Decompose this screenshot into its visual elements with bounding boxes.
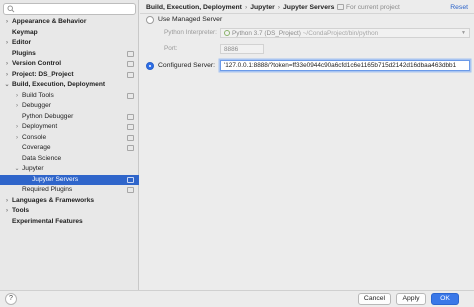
sidebar-item[interactable]: › Editor: [0, 38, 139, 49]
ok-button[interactable]: OK: [431, 293, 459, 305]
apply-button[interactable]: Apply: [396, 293, 426, 305]
sidebar-item[interactable]: ⌄ Build, Execution, Deployment: [0, 80, 139, 91]
chevron-right-icon[interactable]: ›: [4, 59, 10, 70]
configured-server-radio[interactable]: [146, 62, 154, 70]
chevron-down-icon[interactable]: ⌄: [14, 164, 20, 175]
project-scope-icon: [127, 61, 134, 67]
managed-server-radio[interactable]: [146, 16, 154, 24]
sidebar-item-label: Build, Execution, Deployment: [12, 81, 106, 88]
sidebar-item[interactable]: › Project: DS_Project: [0, 70, 139, 81]
sidebar-item-label: Data Science: [22, 154, 62, 162]
sidebar-item[interactable]: › Languages & Frameworks: [0, 196, 139, 207]
chevron-right-icon[interactable]: ›: [4, 206, 10, 217]
current-project-note: For current project: [337, 3, 400, 13]
interpreter-path: ~/CondaProject/bin/python: [302, 30, 379, 37]
sidebar-item[interactable]: Coverage: [0, 143, 139, 154]
sidebar-item[interactable]: Python Debugger: [0, 112, 139, 123]
search-input[interactable]: [16, 5, 131, 14]
project-scope-icon: [127, 134, 134, 141]
settings-search[interactable]: [3, 3, 136, 15]
sidebar-item-label: Required Plugins: [22, 186, 73, 193]
sidebar-item[interactable]: Data Science: [0, 154, 139, 165]
sidebar-item[interactable]: Keymap: [0, 28, 139, 39]
header-divider: [140, 13, 474, 14]
sidebar-item-label: Debugger: [22, 102, 51, 109]
sidebar-item-label: Tools: [12, 207, 30, 214]
sidebar-item-label: Python Debugger: [22, 112, 74, 120]
breadcrumb-item: Build, Execution, Deployment: [146, 4, 242, 11]
project-scope-icon: [127, 145, 134, 151]
python-interpreter-icon: [224, 30, 230, 36]
dialog-footer: ? Cancel Apply OK: [0, 290, 474, 307]
settings-panel: Build, Execution, Deployment › Jupyter › Jup…: [140, 0, 474, 290]
chevron-right-icon[interactable]: ›: [14, 133, 20, 144]
sidebar-item[interactable]: Experimental Features: [0, 217, 139, 228]
sidebar-item-label: Deployment: [22, 123, 58, 130]
sidebar-item-label: Experimental Features: [12, 217, 83, 225]
sidebar-item-label: Coverage: [22, 144, 51, 151]
settings-sidebar: › Appearance & Behavior Keymap › Editor Plugi…: [0, 0, 139, 290]
sidebar-item[interactable]: › Version Control: [0, 59, 139, 70]
port-label: Port:: [164, 45, 178, 52]
chevron-right-icon[interactable]: ›: [4, 17, 10, 28]
sidebar-item-label: Languages & Frameworks: [12, 196, 95, 204]
help-button[interactable]: ?: [5, 293, 17, 305]
sidebar-item-label: Appearance & Behavior: [12, 18, 87, 25]
sidebar-item-label: Jupyter: [22, 165, 44, 172]
sidebar-item[interactable]: Jupyter Servers: [0, 174, 139, 185]
chevron-down-icon[interactable]: ⌄: [4, 80, 10, 91]
sidebar-item-label: Keymap: [12, 28, 38, 36]
sidebar-item[interactable]: Plugins: [0, 49, 139, 60]
configured-server-input[interactable]: [220, 60, 470, 71]
sidebar-item[interactable]: ⌄ Jupyter: [0, 164, 139, 175]
project-scope-icon: [127, 124, 134, 130]
chevron-right-icon[interactable]: ›: [14, 122, 20, 133]
sidebar-item-label: Version Control: [12, 60, 62, 67]
chevron-right-icon[interactable]: ›: [14, 101, 20, 112]
sidebar-item-label: Console: [22, 133, 47, 141]
breadcrumb-item: Jupyter: [250, 4, 275, 11]
sidebar-item[interactable]: › Build Tools: [0, 91, 139, 102]
breadcrumb-item: Jupyter Servers: [283, 4, 335, 11]
sidebar-item-label: Build Tools: [22, 91, 54, 99]
sidebar-item[interactable]: › Console: [0, 133, 139, 144]
settings-dialog: › Appearance & Behavior Keymap › Editor Plugi…: [0, 0, 474, 307]
sidebar-item-label: Project: DS_Project: [12, 70, 74, 78]
project-scope-icon: [127, 50, 134, 57]
project-scope-icon: [127, 176, 134, 183]
chevron-right-icon[interactable]: ›: [4, 70, 10, 81]
sidebar-item-label: Plugins: [12, 49, 36, 57]
managed-server-label: Use Managed Server: [158, 16, 223, 23]
chevron-right-icon[interactable]: ›: [4, 196, 10, 207]
cancel-button[interactable]: Cancel: [358, 293, 391, 305]
reset-link[interactable]: Reset: [450, 3, 468, 13]
search-icon: [7, 5, 15, 13]
sidebar-item[interactable]: › Appearance & Behavior: [0, 17, 139, 28]
configured-server-label: Configured Server:: [158, 62, 216, 69]
current-project-label: For current project: [346, 4, 400, 11]
sidebar-item[interactable]: › Debugger: [0, 101, 139, 112]
sidebar-item[interactable]: › Tools: [0, 206, 139, 217]
sidebar-item[interactable]: › Deployment: [0, 122, 139, 133]
chevron-right-icon[interactable]: ›: [14, 91, 20, 102]
breadcrumb: Build, Execution, Deployment › Jupyter › Jup…: [146, 3, 334, 13]
project-icon: [337, 4, 344, 10]
interpreter-label: Python Interpreter:: [164, 29, 217, 36]
port-value: 8886: [224, 46, 239, 53]
project-scope-icon: [127, 113, 134, 120]
sidebar-item-label: Jupyter Servers: [32, 175, 79, 183]
project-scope-icon: [127, 71, 134, 78]
port-field: 8886: [220, 44, 264, 54]
interpreter-value: Python 3.7 (DS_Project): [232, 30, 301, 37]
project-scope-icon: [127, 187, 134, 193]
sidebar-item[interactable]: Required Plugins: [0, 185, 139, 196]
chevron-right-icon[interactable]: ›: [4, 38, 10, 49]
breadcrumb-separator: ›: [244, 4, 248, 11]
project-scope-icon: [127, 92, 134, 99]
settings-tree: › Appearance & Behavior Keymap › Editor Plugi…: [0, 17, 139, 227]
breadcrumb-separator: ›: [277, 4, 281, 11]
chevron-down-icon: ▼: [461, 30, 466, 36]
interpreter-select: Python 3.7 (DS_Project) ~/CondaProject/b…: [220, 28, 470, 38]
sidebar-item-label: Editor: [12, 39, 32, 46]
